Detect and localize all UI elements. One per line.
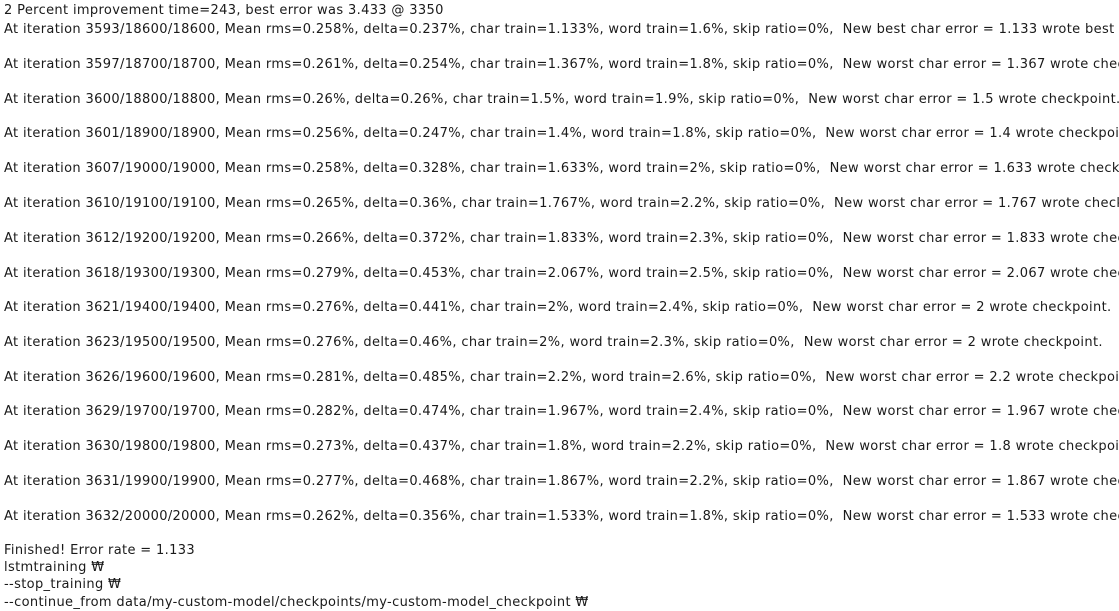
iteration-log-line: At iteration 3612/19200/19200, Mean rms=…	[4, 231, 1119, 246]
improvement-summary-line: 2 Percent improvement time=243, best err…	[4, 3, 444, 18]
iteration-log-line: At iteration 3597/18700/18700, Mean rms=…	[4, 57, 1119, 72]
command-line: --stop_training ₩	[4, 577, 122, 592]
iteration-log-line: At iteration 3607/19000/19000, Mean rms=…	[4, 161, 1119, 176]
iteration-log-line: At iteration 3631/19900/19900, Mean rms=…	[4, 474, 1119, 489]
iteration-log-line: At iteration 3626/19600/19600, Mean rms=…	[4, 370, 1119, 385]
iteration-log-line: At iteration 3618/19300/19300, Mean rms=…	[4, 266, 1119, 281]
iteration-log-line: At iteration 3629/19700/19700, Mean rms=…	[4, 404, 1119, 419]
command-line: lstmtraining ₩	[4, 560, 105, 575]
iteration-log-line: At iteration 3632/20000/20000, Mean rms=…	[4, 509, 1119, 524]
iteration-log-line: At iteration 3600/18800/18800, Mean rms=…	[4, 92, 1119, 107]
terminal-output[interactable]: 2 Percent improvement time=243, best err…	[0, 0, 1119, 611]
command-line: --continue_from data/my-custom-model/che…	[4, 595, 589, 610]
iteration-log-line: At iteration 3630/19800/19800, Mean rms=…	[4, 439, 1119, 454]
iteration-log-line: At iteration 3610/19100/19100, Mean rms=…	[4, 196, 1119, 211]
iteration-log-line: At iteration 3623/19500/19500, Mean rms=…	[4, 335, 1103, 350]
iteration-log-line: At iteration 3621/19400/19400, Mean rms=…	[4, 300, 1112, 315]
iteration-log-line: At iteration 3593/18600/18600, Mean rms=…	[4, 22, 1119, 37]
iteration-log-line: At iteration 3601/18900/18900, Mean rms=…	[4, 126, 1119, 141]
finished-status-line: Finished! Error rate = 1.133	[4, 543, 195, 558]
